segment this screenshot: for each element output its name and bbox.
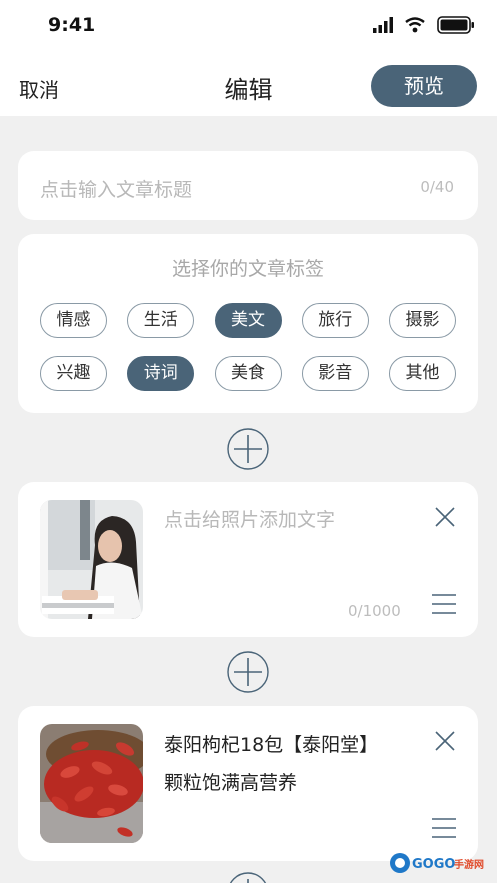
title-input[interactable]: 点击输入文章标题 xyxy=(40,175,192,202)
close-icon[interactable] xyxy=(434,730,456,752)
plus-circle-icon[interactable] xyxy=(227,651,269,693)
title-char-counter: 0/40 xyxy=(420,178,454,196)
drag-handle-icon[interactable] xyxy=(432,593,456,615)
product-subtitle-line: 颗粒饱满高营养 xyxy=(164,772,298,794)
product-block-card: 泰阳枸杞18包【泰阳堂】 颗粒饱满高营养 xyxy=(18,706,478,861)
photo-caption-input[interactable]: 点击给照片添加文字 xyxy=(164,505,335,532)
battery-icon xyxy=(437,16,474,34)
svg-text:GOGO: GOGO xyxy=(412,857,455,872)
watermark-logo: GOGO 手游网 xyxy=(390,853,484,873)
svg-text:手游网: 手游网 xyxy=(454,858,484,871)
tag-chip[interactable]: 兴趣 xyxy=(40,356,107,391)
close-icon[interactable] xyxy=(434,506,456,528)
preview-button[interactable]: 预览 xyxy=(371,65,477,107)
product-description[interactable]: 泰阳枸杞18包【泰阳堂】 颗粒饱满高营养 xyxy=(164,726,414,802)
tag-selection-card: 选择你的文章标签 情感 生活 美文 旅行 摄影 兴趣 诗词 美食 影音 其他 xyxy=(18,234,478,413)
photo-block-card: 点击给照片添加文字 0/1000 xyxy=(18,482,478,637)
tag-chip[interactable]: 旅行 xyxy=(301,303,369,338)
tag-chip[interactable]: 诗词 xyxy=(127,356,195,391)
tag-chip[interactable]: 情感 xyxy=(40,303,107,338)
status-icons xyxy=(373,16,475,34)
plus-circle-icon[interactable] xyxy=(227,428,269,470)
drag-handle-icon[interactable] xyxy=(432,817,456,839)
photo-thumbnail[interactable] xyxy=(40,500,143,619)
status-time: 9:41 xyxy=(48,14,96,36)
tag-chip[interactable]: 生活 xyxy=(127,303,195,338)
nav-bar: 取消 编辑 预览 xyxy=(0,52,497,116)
product-thumbnail[interactable] xyxy=(40,724,143,843)
tag-chip[interactable]: 美文 xyxy=(214,303,282,338)
tag-chip[interactable]: 美食 xyxy=(214,356,282,391)
signal-icon xyxy=(373,17,393,33)
tag-chip[interactable]: 影音 xyxy=(301,356,369,391)
tag-heading: 选择你的文章标签 xyxy=(171,258,324,280)
tag-chip[interactable]: 摄影 xyxy=(389,303,456,338)
product-title-line: 泰阳枸杞18包【泰阳堂】 xyxy=(164,734,379,756)
plus-circle-icon[interactable] xyxy=(227,872,269,883)
status-bar: 9:41 xyxy=(0,0,497,52)
tag-chip[interactable]: 其他 xyxy=(389,356,456,391)
title-input-card[interactable]: 点击输入文章标题 0/40 xyxy=(18,151,478,220)
wifi-icon xyxy=(405,17,425,33)
photo-char-counter: 0/1000 xyxy=(348,602,401,620)
tag-list: 情感 生活 美文 旅行 摄影 兴趣 诗词 美食 影音 其他 xyxy=(40,303,456,391)
